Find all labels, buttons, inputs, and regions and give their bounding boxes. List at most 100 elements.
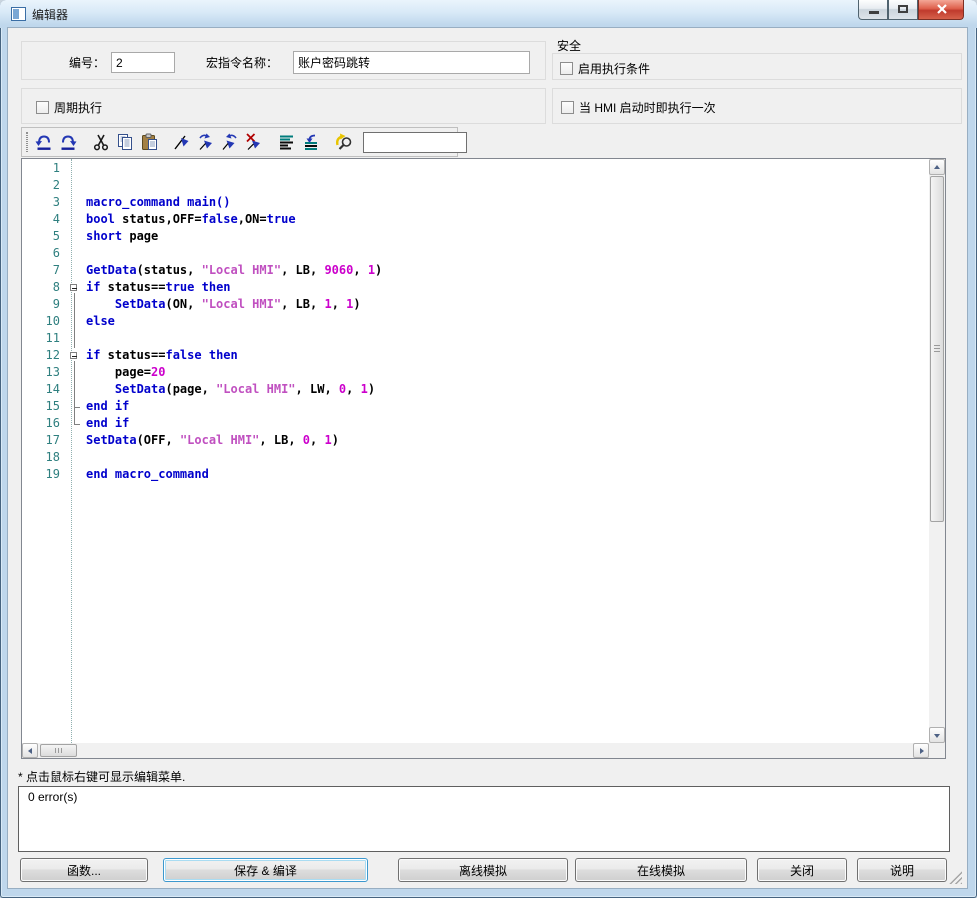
- vertical-scrollbar[interactable]: [929, 159, 945, 743]
- line-number: 5: [22, 229, 66, 246]
- toolbar-grip[interactable]: [26, 132, 28, 152]
- line-number: 13: [22, 365, 66, 382]
- line-number: 19: [22, 467, 66, 484]
- next-bookmark-icon[interactable]: [194, 130, 218, 154]
- line-number: 14: [22, 382, 66, 399]
- close-dialog-button[interactable]: 关闭: [757, 858, 847, 882]
- save-compile-button[interactable]: 保存 & 编译: [163, 858, 368, 882]
- line-number: 7: [22, 263, 66, 280]
- periodic-label: 周期执行: [54, 99, 102, 116]
- outdent-icon[interactable]: [299, 130, 323, 154]
- line-number: 6: [22, 246, 66, 263]
- offline-simulation-button[interactable]: 离线模拟: [398, 858, 568, 882]
- line-number: 2: [22, 178, 66, 195]
- code-text: GetData(status, "Local HMI", LB, 9060, 1…: [83, 263, 382, 280]
- cut-icon[interactable]: [89, 130, 113, 154]
- code-line[interactable]: 2: [22, 178, 929, 195]
- code-line[interactable]: 12if status==false then: [22, 348, 929, 365]
- code-text: [83, 246, 86, 263]
- resize-grip[interactable]: [949, 871, 962, 884]
- fold-gutter: [66, 178, 83, 195]
- maximize-button[interactable]: [888, 0, 918, 20]
- close-button[interactable]: [918, 0, 964, 20]
- code-text: [83, 178, 86, 195]
- previous-bookmark-icon[interactable]: [218, 130, 242, 154]
- indent-icon[interactable]: [275, 130, 299, 154]
- periodic-group: 周期执行: [21, 88, 546, 124]
- line-number: 16: [22, 416, 66, 433]
- code-line[interactable]: 3macro_command main(): [22, 195, 929, 212]
- fold-gutter: [66, 246, 83, 263]
- code-line[interactable]: 19end macro_command: [22, 467, 929, 484]
- code-line[interactable]: 15end if: [22, 399, 929, 416]
- arrow-down-icon: [934, 734, 940, 741]
- code-line[interactable]: 6: [22, 246, 929, 263]
- compile-output: 0 error(s): [18, 786, 950, 852]
- undo-icon[interactable]: [32, 130, 56, 154]
- find-icon[interactable]: [332, 130, 356, 154]
- online-simulation-button[interactable]: 在线模拟: [575, 858, 747, 882]
- code-line[interactable]: 9 SetData(ON, "Local HMI", LB, 1, 1): [22, 297, 929, 314]
- fold-marker[interactable]: [66, 280, 83, 297]
- arrow-up-icon: [934, 162, 940, 169]
- fold-gutter: [66, 433, 83, 450]
- toggle-bookmark-icon[interactable]: [170, 130, 194, 154]
- macro-id-label: 编号：: [69, 54, 105, 71]
- code-line[interactable]: 10else: [22, 314, 929, 331]
- maximize-icon: [898, 5, 908, 13]
- code-text: [83, 161, 86, 178]
- fold-gutter: [66, 212, 83, 229]
- code-text: end if: [83, 399, 129, 416]
- code-line[interactable]: 1: [22, 161, 929, 178]
- security-group: 启用执行条件: [552, 53, 962, 80]
- code-line[interactable]: 17SetData(OFF, "Local HMI", LB, 0, 1): [22, 433, 929, 450]
- titlebar[interactable]: 编辑器: [0, 0, 977, 28]
- clear-bookmarks-icon[interactable]: [242, 130, 266, 154]
- line-number: 18: [22, 450, 66, 467]
- search-input[interactable]: [363, 132, 467, 153]
- minimize-icon: [869, 11, 879, 14]
- dialog-content: 编号： 宏指令名称： 安全 启用执行条件 周期执行 当 HMI 启动时即执行一次: [8, 28, 967, 888]
- macro-id-group: 编号： 宏指令名称：: [21, 41, 546, 80]
- help-button[interactable]: 说明: [857, 858, 947, 882]
- enable-condition-checkbox[interactable]: [560, 62, 573, 75]
- arrow-right-icon: [920, 748, 927, 754]
- code-line[interactable]: 5short page: [22, 229, 929, 246]
- fold-gutter: [66, 263, 83, 280]
- fold-marker[interactable]: [66, 348, 83, 365]
- code-line[interactable]: 13 page=20: [22, 365, 929, 382]
- fold-marker: [66, 382, 83, 399]
- scroll-left-button[interactable]: [22, 743, 38, 758]
- code-line[interactable]: 16end if: [22, 416, 929, 433]
- minimize-button[interactable]: [858, 0, 888, 20]
- editor-window: 编辑器 编号： 宏指令名称： 安全 启用执行条件: [0, 0, 977, 898]
- macro-name-input[interactable]: [293, 51, 530, 74]
- macro-id-input[interactable]: [111, 52, 175, 73]
- vertical-scroll-thumb[interactable]: [930, 176, 944, 522]
- code-line[interactable]: 7 GetData(status, "Local HMI", LB, 9060, …: [22, 263, 929, 280]
- window-icon: [11, 7, 26, 21]
- redo-icon[interactable]: [56, 130, 80, 154]
- code-line[interactable]: 11: [22, 331, 929, 348]
- function-button[interactable]: 函数...: [20, 858, 148, 882]
- enable-condition-label: 启用执行条件: [578, 60, 650, 77]
- scroll-up-button[interactable]: [929, 159, 945, 175]
- code-line[interactable]: 14 SetData(page, "Local HMI", LW, 0, 1): [22, 382, 929, 399]
- macro-name-label: 宏指令名称：: [206, 54, 278, 71]
- scroll-right-button[interactable]: [913, 743, 929, 758]
- scroll-down-button[interactable]: [929, 727, 945, 743]
- code-line[interactable]: 18: [22, 450, 929, 467]
- line-number: 11: [22, 331, 66, 348]
- code-line[interactable]: 4bool status,OFF=false,ON=true: [22, 212, 929, 229]
- run-on-startup-checkbox[interactable]: [561, 101, 574, 114]
- periodic-checkbox[interactable]: [36, 101, 49, 114]
- horizontal-scrollbar[interactable]: [22, 743, 929, 758]
- horizontal-scroll-thumb[interactable]: [40, 744, 77, 757]
- paste-icon[interactable]: [137, 130, 161, 154]
- copy-icon[interactable]: [113, 130, 137, 154]
- code-line[interactable]: 8if status==true then: [22, 280, 929, 297]
- line-number: 10: [22, 314, 66, 331]
- fold-gutter: [66, 467, 83, 484]
- code-area[interactable]: 123macro_command main()4bool status,OFF=…: [22, 159, 929, 743]
- code-text: SetData(OFF, "Local HMI", LB, 0, 1): [83, 433, 339, 450]
